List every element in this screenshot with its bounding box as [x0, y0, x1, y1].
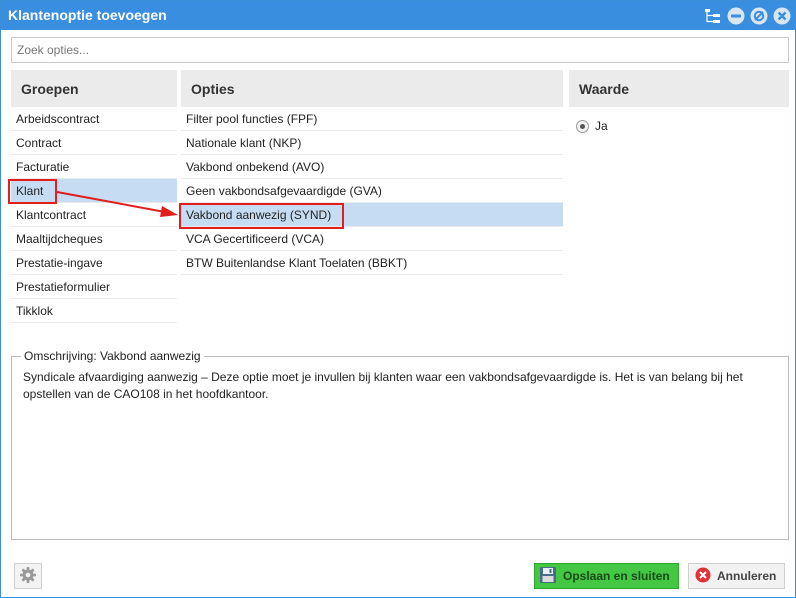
search-field[interactable]	[11, 37, 789, 63]
group-item-maaltijdcheques[interactable]: Maaltijdcheques	[11, 227, 177, 251]
highlight-box-synd	[179, 203, 344, 229]
gear-icon	[19, 566, 37, 587]
option-item-gva[interactable]: Geen vakbondsafgevaardigde (GVA)	[181, 179, 563, 203]
radio-button[interactable]	[576, 119, 589, 133]
description-text: Syndicale afvaardiging aanwezig – Deze o…	[23, 370, 743, 401]
dialog-title: Klantenoptie toevoegen	[8, 7, 167, 23]
titlebar-controls	[703, 6, 791, 25]
save-and-close-button[interactable]: Opslaan en sluiten	[534, 563, 679, 589]
group-item-prestatie-ingave[interactable]: Prestatie-ingave	[11, 251, 177, 275]
group-item-klantcontract[interactable]: Klantcontract	[11, 203, 177, 227]
cancel-button[interactable]: Annuleren	[688, 563, 785, 589]
cancel-icon	[695, 567, 711, 586]
option-item-bbkt[interactable]: BTW Buitenlandse Klant Toelaten (BBKT)	[181, 251, 563, 275]
search-input[interactable]	[12, 38, 788, 62]
restore-icon[interactable]	[749, 6, 768, 25]
floppy-disk-icon	[539, 566, 557, 587]
group-item-tikklok[interactable]: Tikklok	[11, 299, 177, 323]
tree-icon[interactable]	[703, 6, 722, 25]
value-header: Waarde	[569, 70, 789, 107]
radio-label: Ja	[595, 119, 608, 133]
radio-ja[interactable]: Ja	[576, 119, 608, 133]
group-item-contract[interactable]: Contract	[11, 131, 177, 155]
titlebar: Klantenoptie toevoegen	[1, 1, 795, 30]
close-icon[interactable]	[772, 6, 791, 25]
group-item-prestatieformulier[interactable]: Prestatieformulier	[11, 275, 177, 299]
options-list: Filter pool functies (FPF) Nationale kla…	[181, 107, 563, 275]
option-item-nkp[interactable]: Nationale klant (NKP)	[181, 131, 563, 155]
save-button-label: Opslaan en sluiten	[563, 569, 670, 583]
option-item-avo[interactable]: Vakbond onbekend (AVO)	[181, 155, 563, 179]
groups-list: Arbeidscontract Contract Facturatie Klan…	[11, 107, 177, 323]
groups-header: Groepen	[11, 70, 177, 107]
description-legend: Omschrijving: Vakbond aanwezig	[21, 349, 204, 363]
highlight-box-klant	[8, 179, 57, 204]
radio-dot	[580, 123, 585, 129]
group-item-arbeidscontract[interactable]: Arbeidscontract	[11, 107, 177, 131]
option-item-vca[interactable]: VCA Gecertificeerd (VCA)	[181, 227, 563, 251]
description-fieldset: Omschrijving: Vakbond aanwezig Syndicale…	[11, 349, 789, 540]
option-item-fpf[interactable]: Filter pool functies (FPF)	[181, 107, 563, 131]
cancel-button-label: Annuleren	[717, 569, 777, 583]
dialog-window: Klantenoptie toevoegen Zoek opties... Gr…	[0, 0, 796, 598]
settings-button[interactable]	[14, 563, 42, 589]
minimize-icon[interactable]	[726, 6, 745, 25]
options-header: Opties	[181, 70, 563, 107]
group-item-facturatie[interactable]: Facturatie	[11, 155, 177, 179]
